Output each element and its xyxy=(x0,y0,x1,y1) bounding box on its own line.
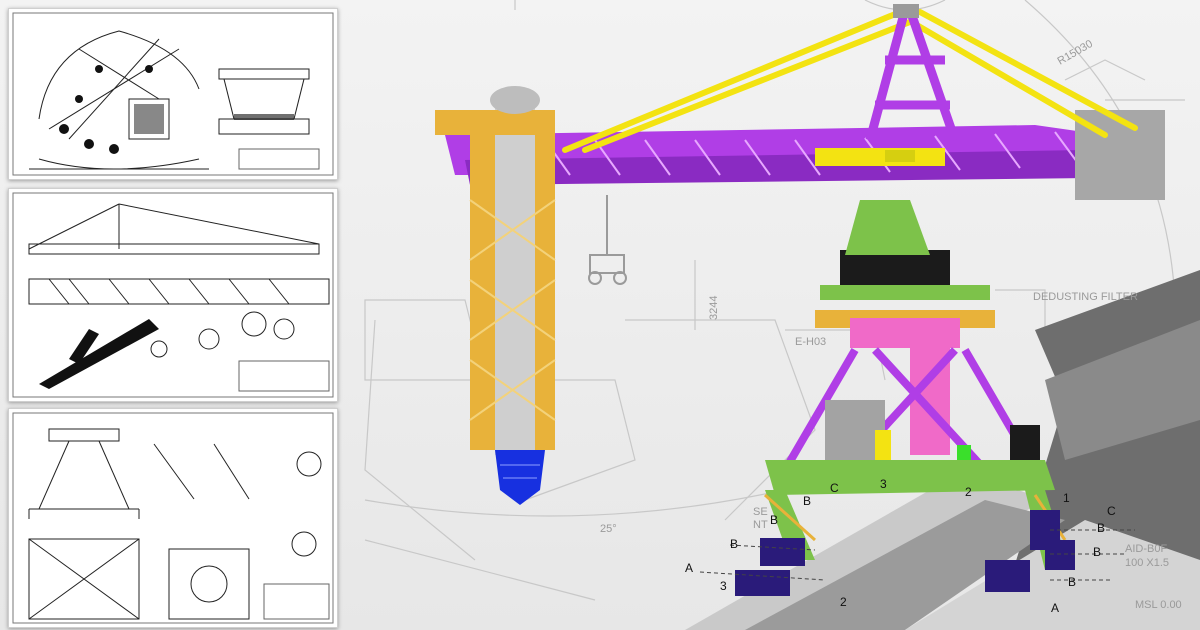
side-note-1: SE xyxy=(753,506,768,518)
drawing-thumbnail-general-arrangement[interactable] xyxy=(8,8,338,180)
rail-label-b-right-3: B xyxy=(1068,575,1076,589)
tower-structure xyxy=(781,345,1040,473)
rail-label-c-upper: C xyxy=(830,481,839,495)
dedusting-filter-label: DEDUSTING FILTER xyxy=(1033,291,1138,303)
rail-label-a-right: A xyxy=(1051,601,1059,615)
rail-label-c-right: C xyxy=(1107,504,1116,518)
rail-label-b-upper: B xyxy=(803,494,811,508)
rail-label-b-right-2: B xyxy=(1093,545,1101,559)
slewing-platform xyxy=(815,200,995,348)
rail-label-b-left: B xyxy=(730,537,738,551)
height-dimension: 3244 xyxy=(708,296,720,320)
tag-3: MSL 0.00 xyxy=(1135,599,1182,611)
side-note-2: NT xyxy=(753,519,768,531)
rail-label-3-upper: 3 xyxy=(880,477,887,491)
drawing-thumbnail-portal-frame[interactable] xyxy=(8,408,338,628)
hopper-label: E-H03 xyxy=(795,336,826,348)
boom-elevation-drawing xyxy=(12,192,334,398)
crane-3d-model-view[interactable]: A B 3 B B C 3 2 2 1 C B B B A R15030 324… xyxy=(345,0,1200,630)
rail-label-b-right-1: B xyxy=(1097,521,1105,535)
rail-label-2-lower: 2 xyxy=(840,595,847,609)
general-arrangement-drawing xyxy=(12,12,334,176)
drawing-thumbnail-boom-elevation[interactable] xyxy=(8,188,338,402)
radius-dimension: R15030 xyxy=(1056,38,1095,68)
loading-spout xyxy=(495,450,545,505)
rail-label-2-upper: 2 xyxy=(965,485,972,499)
tag-2: 100 X1.5 xyxy=(1125,557,1169,569)
hook-block xyxy=(588,195,627,285)
angle-dimension: 25° xyxy=(600,523,617,535)
portal-frame-drawing xyxy=(12,412,334,624)
rail-label-b-mid: B xyxy=(770,513,778,527)
rail-label-3-left: 3 xyxy=(720,579,727,593)
rail-label-1-right: 1 xyxy=(1063,491,1070,505)
rail-label-a-left: A xyxy=(685,561,693,575)
a-frame xyxy=(865,8,960,142)
a-frame-apex xyxy=(893,4,919,18)
tag-1: AID-B0F xyxy=(1125,543,1167,555)
